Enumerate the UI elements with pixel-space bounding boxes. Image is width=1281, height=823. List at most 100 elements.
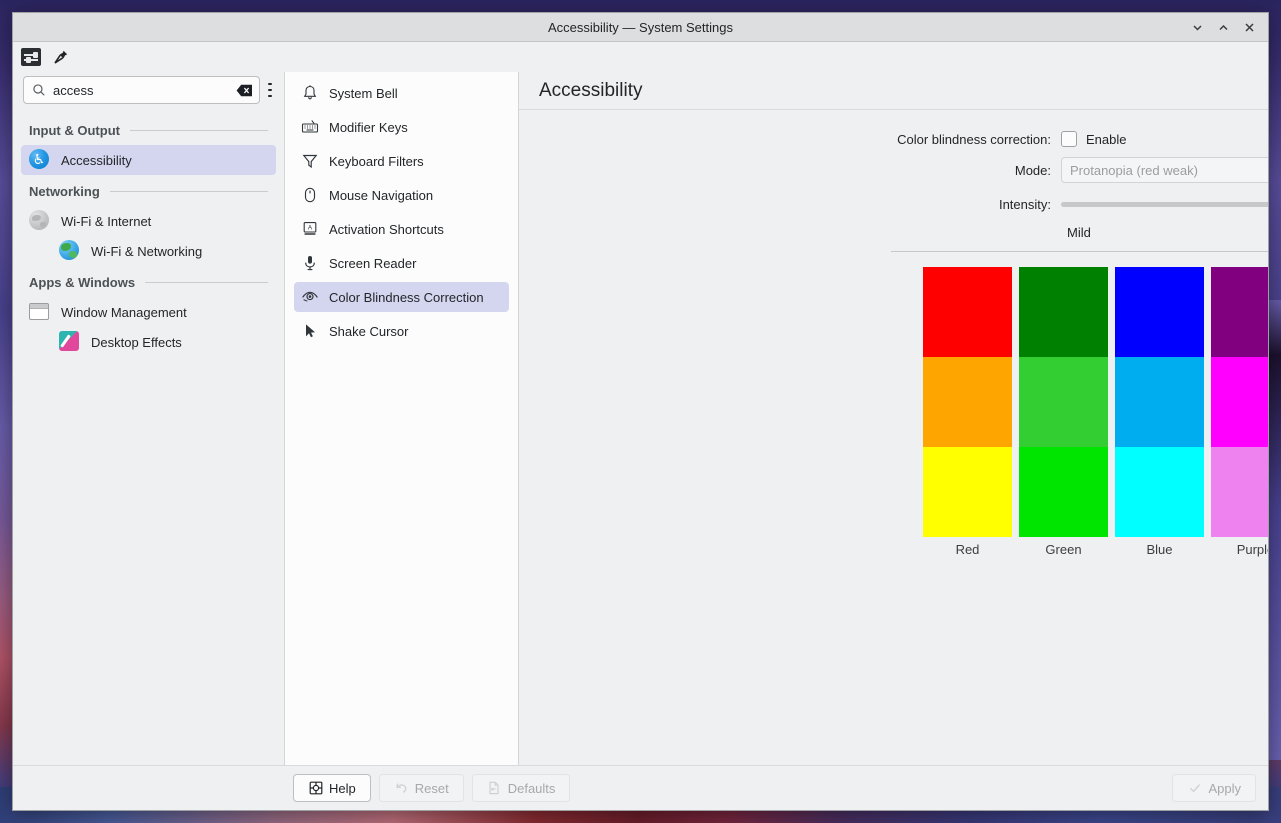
apply-button-label: Apply <box>1208 781 1241 796</box>
sidebar-group-header: Input & Output <box>21 114 276 145</box>
module-item-keyboard-filters[interactable]: Keyboard Filters <box>294 146 509 176</box>
sidebar-item-label: Window Management <box>61 305 187 320</box>
accessibility-glyph: ♿ <box>29 149 49 169</box>
sidebar-item-desktop-effects[interactable]: Desktop Effects <box>21 327 276 357</box>
sidebar-item-accessibility[interactable]: ♿ Accessibility <box>21 145 276 175</box>
intensity-slider[interactable] <box>1061 193 1268 215</box>
sliders-icon <box>21 48 41 66</box>
swatch-cell <box>1211 267 1268 357</box>
search-box[interactable] <box>23 76 260 104</box>
correction-control: Enable <box>1061 131 1268 147</box>
eye-icon <box>301 288 319 306</box>
swatch-cell <box>923 447 1012 537</box>
minimize-button[interactable] <box>1184 16 1210 38</box>
group-divider <box>110 191 268 192</box>
bell-icon <box>301 84 319 102</box>
search-row <box>13 72 284 114</box>
enable-checkbox[interactable] <box>1061 131 1077 147</box>
sidebar-item-wifi-internet[interactable]: Wi-Fi & Internet <box>21 206 276 236</box>
desktop-effects-icon <box>59 331 81 353</box>
close-button[interactable] <box>1236 16 1262 38</box>
sidebar-item-label: Wi-Fi & Networking <box>91 244 202 259</box>
swatch-cell <box>923 267 1012 357</box>
accessibility-icon: ♿ <box>29 149 51 171</box>
module-item-mouse-navigation[interactable]: Mouse Navigation <box>294 180 509 210</box>
color-preview-grid: Red Green Blue <box>891 267 1268 557</box>
funnel-icon <box>301 152 319 170</box>
search-input[interactable] <box>53 83 229 98</box>
maximize-button[interactable] <box>1210 16 1236 38</box>
keep-above-button[interactable] <box>49 46 73 68</box>
swatch-cell <box>1115 267 1204 357</box>
sidebar: Input & Output ♿ Accessibility Networkin… <box>13 72 285 765</box>
correction-row: Color blindness correction: Enable <box>891 131 1268 147</box>
swatch-cell <box>1211 357 1268 447</box>
window-controls <box>1184 16 1268 38</box>
hamburger-line <box>268 95 272 97</box>
sidebar-group-header: Networking <box>21 175 276 206</box>
reset-button-label: Reset <box>415 781 449 796</box>
sidebar-group-title: Apps & Windows <box>29 275 135 290</box>
sidebar-group-header: Apps & Windows <box>21 266 276 297</box>
module-item-label: Keyboard Filters <box>329 154 424 169</box>
swatch-column-label: Red <box>923 537 1012 557</box>
page-title: Accessibility <box>539 80 642 102</box>
sidebar-nav: Input & Output ♿ Accessibility Networkin… <box>13 114 284 765</box>
content-panel: Accessibility Color blindness correction… <box>519 72 1268 765</box>
enable-checkbox-row[interactable]: Enable <box>1061 131 1126 147</box>
sidebar-item-window-management[interactable]: Window Management <box>21 297 276 327</box>
globe-gray-glyph <box>29 210 49 230</box>
module-item-screen-reader[interactable]: Screen Reader <box>294 248 509 278</box>
swatch-column-green: Green <box>1019 267 1108 557</box>
module-item-label: System Bell <box>329 86 398 101</box>
window-body: Input & Output ♿ Accessibility Networkin… <box>13 72 1268 765</box>
group-divider <box>145 282 268 283</box>
globe-gray-icon <box>29 210 51 232</box>
mode-dropdown[interactable]: Protanopia (red weak) <box>1061 157 1268 183</box>
reset-button[interactable]: Reset <box>379 774 464 802</box>
mode-dropdown-value: Protanopia (red weak) <box>1070 163 1198 178</box>
swatch-column-label: Blue <box>1115 537 1204 557</box>
swatch-cell <box>1019 447 1108 537</box>
check-icon <box>1187 781 1202 796</box>
sidebar-item-wifi-networking[interactable]: Wi-Fi & Networking <box>21 236 276 266</box>
footer-toolbar: Help Reset Defaults <box>13 765 1268 810</box>
configure-button[interactable] <box>19 46 43 68</box>
module-item-label: Color Blindness Correction <box>329 290 484 305</box>
clear-icon <box>236 84 253 97</box>
module-item-label: Modifier Keys <box>329 120 408 135</box>
chevron-up-icon <box>1217 21 1230 34</box>
content-body: Color blindness correction: Enable Mode: <box>519 110 1268 765</box>
color-blindness-form: Color blindness correction: Enable Mode: <box>891 131 1268 557</box>
window-toolbar <box>13 42 1268 72</box>
module-item-label: Screen Reader <box>329 256 416 271</box>
apply-button[interactable]: Apply <box>1172 774 1256 802</box>
sidebar-group-title: Networking <box>29 184 100 199</box>
content-header: Accessibility <box>519 72 1268 110</box>
module-list: System Bell Modifier Keys <box>285 72 519 765</box>
module-item-shake-cursor[interactable]: Shake Cursor <box>294 316 509 346</box>
hamburger-line <box>268 89 272 91</box>
window-glyph <box>29 303 49 320</box>
module-item-modifier-keys[interactable]: Modifier Keys <box>294 112 509 142</box>
module-item-activation-shortcuts[interactable]: A Activation Shortcuts <box>294 214 509 244</box>
module-item-label: Mouse Navigation <box>329 188 433 203</box>
swatch-column-purple: Purple <box>1211 267 1268 557</box>
pin-icon <box>53 49 69 65</box>
swatch-cell <box>1115 357 1204 447</box>
module-item-system-bell[interactable]: System Bell <box>294 78 509 108</box>
clear-search-button[interactable] <box>236 83 253 97</box>
shortcut-icon: A <box>301 220 319 238</box>
module-item-color-blindness-correction[interactable]: Color Blindness Correction <box>294 282 509 312</box>
hamburger-line <box>268 83 272 85</box>
intensity-label: Intensity: <box>891 197 1061 212</box>
globe-glyph <box>59 240 79 260</box>
swatch-column-red: Red <box>923 267 1012 557</box>
window-icon <box>29 301 51 323</box>
mode-label: Mode: <box>891 163 1061 178</box>
menu-button[interactable] <box>266 77 274 103</box>
help-button[interactable]: Help <box>293 774 371 802</box>
defaults-button[interactable]: Defaults <box>472 774 571 802</box>
slider-track <box>1061 202 1268 207</box>
mode-control: Protanopia (red weak) <box>1061 157 1268 183</box>
